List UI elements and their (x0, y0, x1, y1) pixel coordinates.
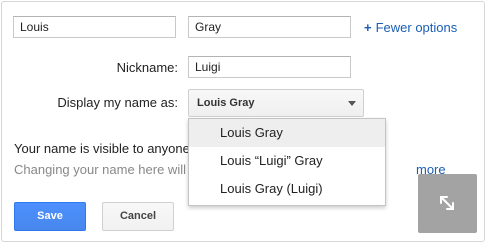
display-name-option[interactable]: Louis Gray (189, 119, 385, 147)
last-name-field[interactable]: Gray (188, 16, 351, 38)
plus-icon: + (364, 20, 372, 35)
name-settings-panel: Louis Gray + Fewer options Nickname: Luig… (1, 1, 485, 242)
cancel-button[interactable]: Cancel (102, 202, 174, 231)
display-name-option[interactable]: Louis Gray (Luigi) (189, 175, 385, 203)
first-name-field[interactable]: Louis (13, 16, 176, 38)
display-name-dropdown-menu: Louis Gray Louis “Luigi” Gray Louis Gray… (188, 118, 386, 206)
expand-arrows-icon (440, 196, 454, 210)
change-name-info-text: Changing your name here will (14, 162, 186, 177)
display-name-select[interactable]: Louis Gray (188, 89, 364, 117)
expand-button[interactable] (418, 174, 477, 233)
save-button[interactable]: Save (14, 202, 86, 231)
visibility-info-text: Your name is visible to anyone (14, 141, 190, 156)
nickname-field[interactable]: Luigi (188, 56, 351, 78)
fewer-options-link[interactable]: + Fewer options (364, 20, 457, 35)
fewer-options-label: Fewer options (375, 20, 458, 35)
nickname-label: Nickname: (116, 60, 178, 75)
caret-down-icon (348, 101, 356, 106)
display-name-selected-value: Louis Gray (197, 97, 255, 109)
display-name-option[interactable]: Louis “Luigi” Gray (189, 147, 385, 175)
display-name-label: Display my name as: (57, 95, 178, 110)
